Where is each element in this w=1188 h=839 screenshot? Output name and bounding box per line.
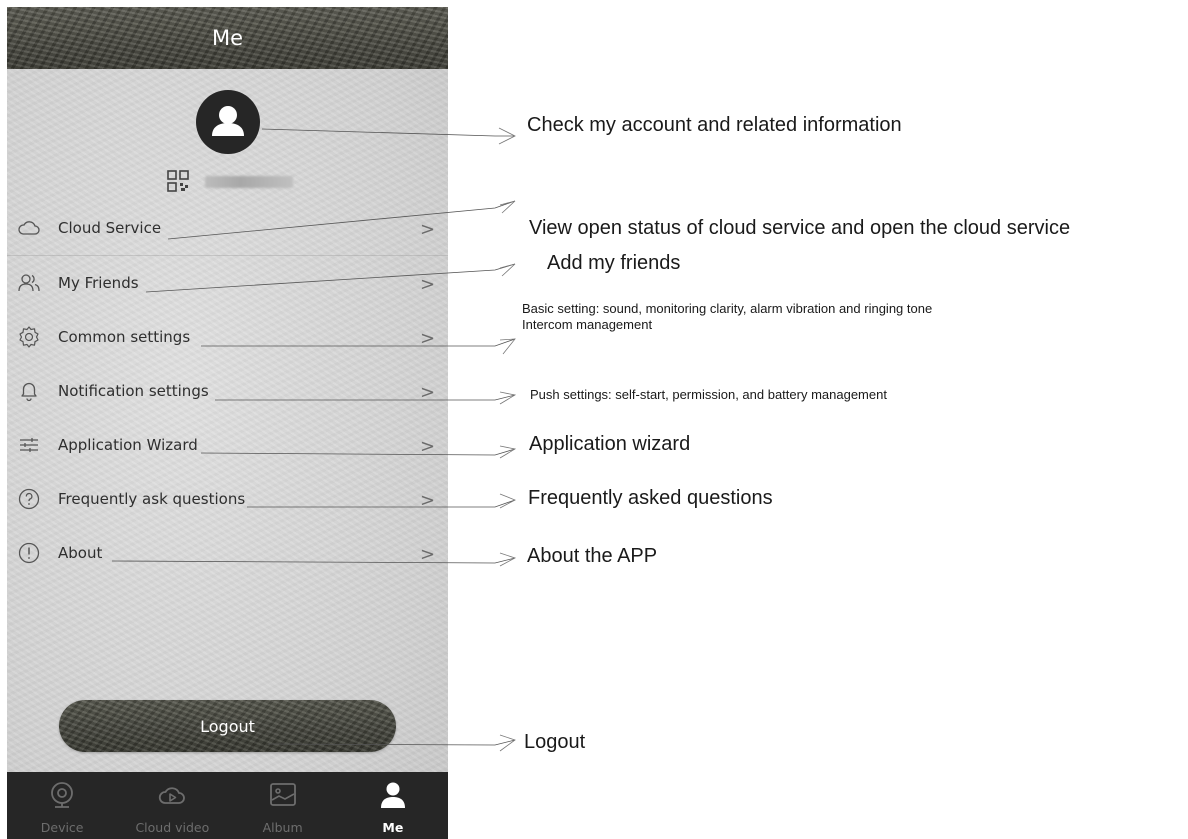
annotation-common-line2: Intercom management	[522, 317, 653, 332]
leader-line-about	[111, 557, 516, 564]
leader-line-logout	[267, 739, 516, 746]
annotation-push: Push settings: self-start, permission, a…	[530, 387, 887, 402]
annotation-logout: Logout	[524, 731, 586, 753]
annotation-common-line1: Basic setting: sound, monitoring clarity…	[522, 301, 933, 316]
leader-line-common	[201, 338, 516, 347]
leader-line-account	[261, 128, 515, 137]
annotation-account: Check my account and related information	[527, 114, 902, 136]
leader-line-cloud	[167, 200, 516, 240]
annotation-friends: Add my friends	[547, 252, 681, 274]
leader-line-wizard	[200, 448, 516, 456]
annotation-about: About the APP	[527, 545, 658, 567]
leader-line-faq	[247, 499, 516, 508]
annotation-cloud: View open status of cloud service and op…	[529, 217, 1071, 239]
leader-line-friends	[145, 263, 516, 293]
annotation-wizard: Application wizard	[529, 433, 691, 455]
annotation-faq: Frequently asked questions	[528, 487, 773, 509]
leader-line-notification	[215, 394, 516, 401]
